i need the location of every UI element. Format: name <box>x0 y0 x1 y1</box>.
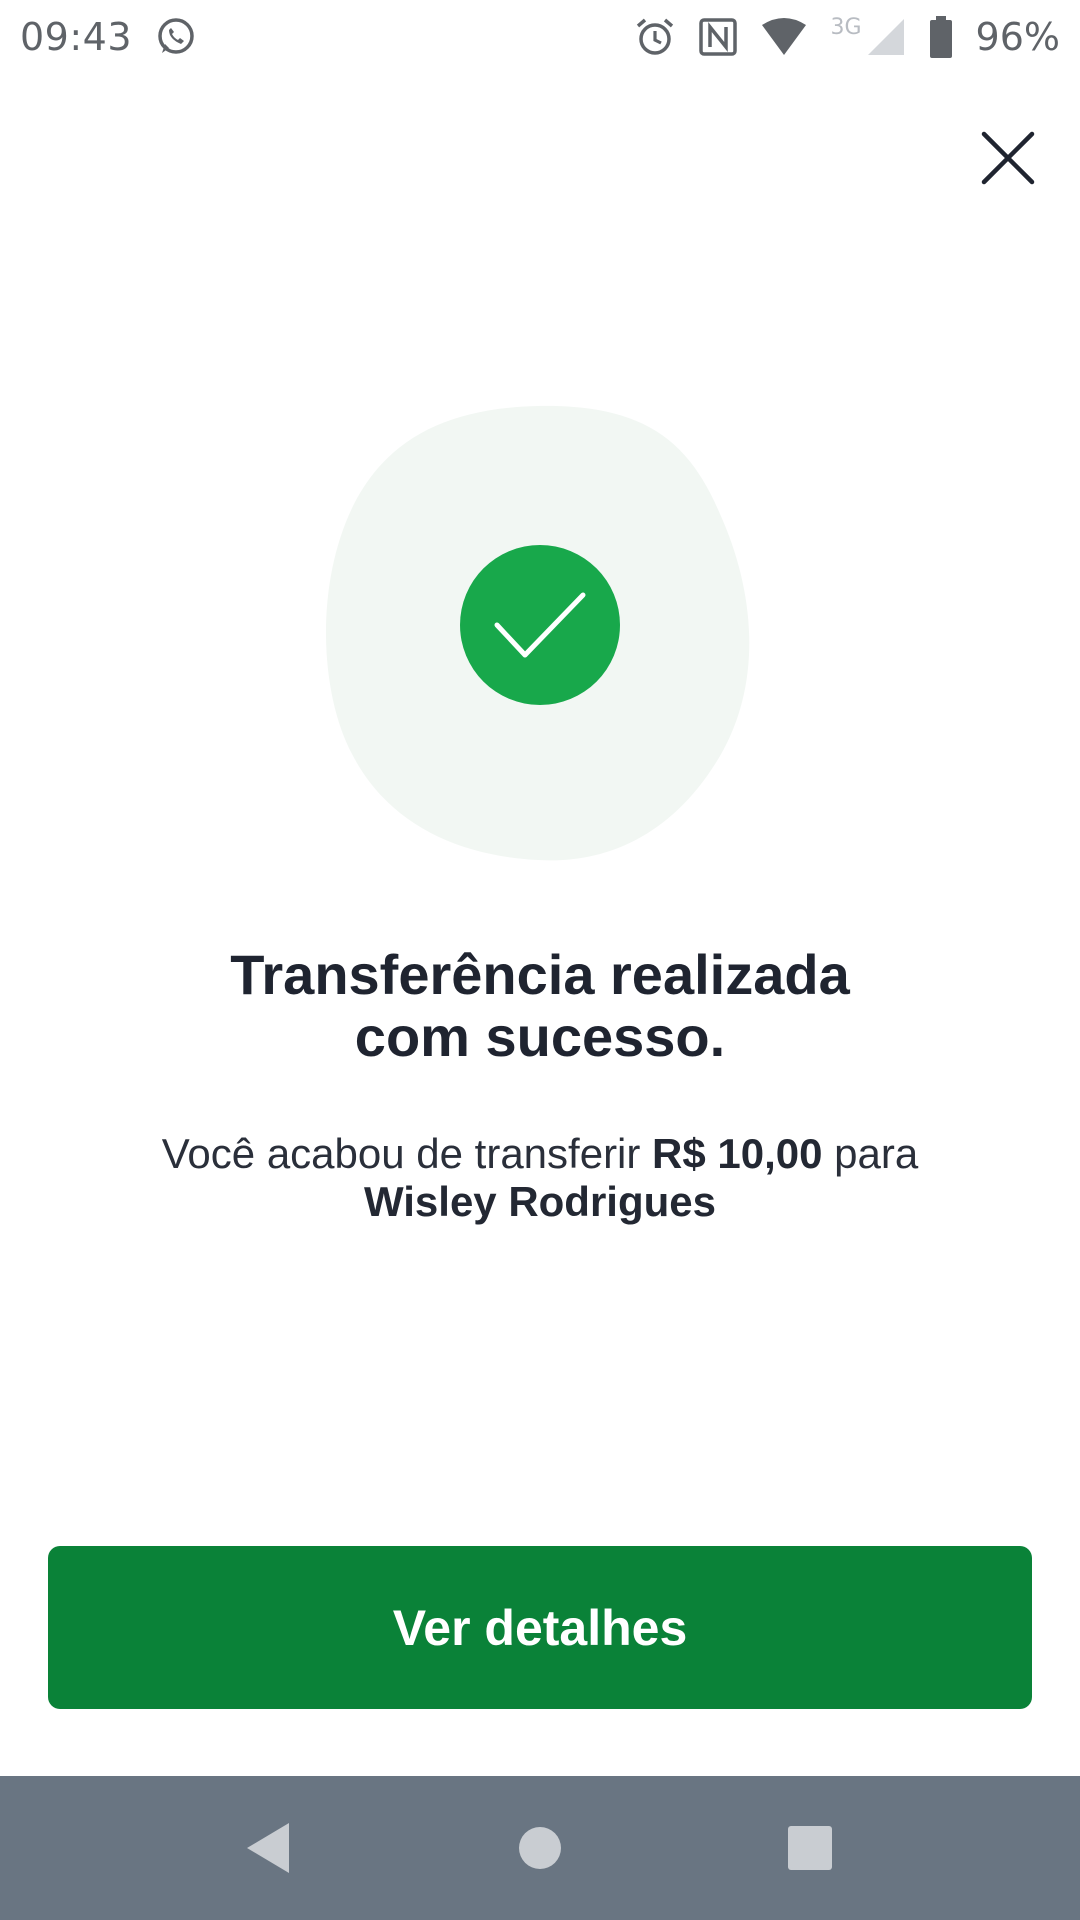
success-message: Você acabou de transferir R$ 10,00 para … <box>60 1130 1020 1226</box>
nav-back-button[interactable] <box>198 1776 338 1920</box>
nav-home-button[interactable] <box>470 1776 610 1920</box>
check-icon <box>494 592 586 658</box>
status-right: 3G 96% <box>634 15 1060 59</box>
recipient-name: Wisley Rodrigues <box>363 1178 717 1225</box>
success-title: Transferência realizada com sucesso. <box>90 944 990 1068</box>
message-middle: para <box>822 1130 919 1177</box>
close-icon <box>981 131 1035 185</box>
recents-icon <box>788 1826 832 1870</box>
status-left: 09:43 <box>20 15 198 59</box>
home-icon <box>519 1827 561 1869</box>
nfc-icon <box>698 17 738 57</box>
battery-percentage: 96% <box>975 15 1060 59</box>
alarm-icon <box>634 16 676 58</box>
success-title-line2: com sucesso. <box>354 1005 726 1068</box>
cellular-signal-icon <box>866 17 906 57</box>
status-bar: 09:43 3G 96% <box>0 0 1080 74</box>
transfer-amount: R$ 10,00 <box>652 1130 823 1177</box>
close-button[interactable] <box>972 122 1044 194</box>
wifi-icon <box>760 17 808 57</box>
battery-icon <box>928 15 954 59</box>
whatsapp-icon <box>154 15 198 59</box>
view-details-button[interactable]: Ver detalhes <box>48 1546 1032 1709</box>
back-icon <box>247 1823 289 1873</box>
message-prefix: Você acabou de transferir <box>161 1130 653 1177</box>
nav-recents-button[interactable] <box>740 1776 880 1920</box>
success-title-line1: Transferência realizada <box>230 943 850 1006</box>
success-check-badge <box>460 545 620 705</box>
status-time: 09:43 <box>20 15 133 59</box>
network-type: 3G <box>830 14 862 40</box>
navigation-bar <box>0 1776 1080 1920</box>
